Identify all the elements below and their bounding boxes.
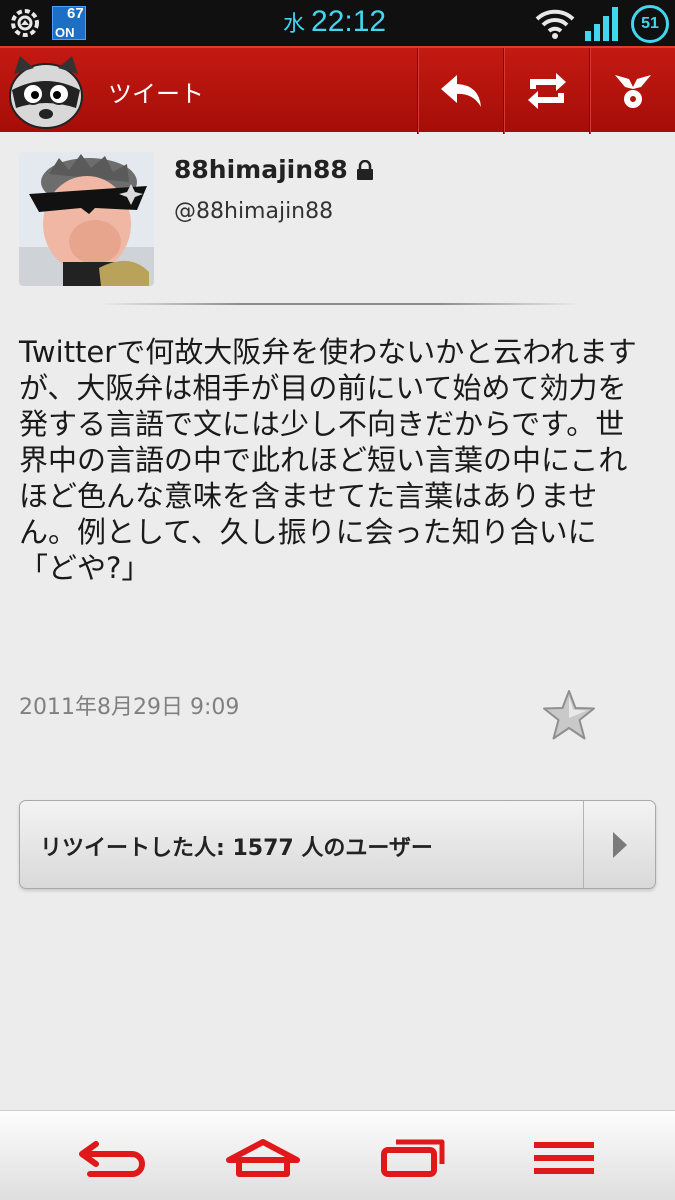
clock: 水 22:12 <box>283 5 386 39</box>
page-title: ツイート <box>108 80 204 108</box>
temperature-value: 67 <box>67 5 84 22</box>
temperature-on-label: ON <box>55 25 75 40</box>
menu-button[interactable] <box>519 1133 609 1183</box>
status-bar: 67 ON 水 22:12 51 <box>0 0 675 46</box>
clock-day: 水 <box>283 11 306 36</box>
reply-button[interactable] <box>417 48 503 134</box>
user-handle[interactable]: @88himajin88 <box>174 199 333 224</box>
chevron-right-icon <box>613 832 627 858</box>
retweeters-button[interactable]: リツイートした人: 1577 人のユーザー <box>19 800 656 889</box>
avatar[interactable] <box>19 152 154 286</box>
navigation-bar <box>0 1110 675 1200</box>
menu-icon <box>534 1142 594 1174</box>
user-avatar-image <box>19 152 154 286</box>
home-icon <box>226 1139 300 1177</box>
back-icon <box>79 1141 145 1177</box>
divider <box>100 303 580 305</box>
back-button[interactable] <box>66 1133 156 1183</box>
battery-icon: 51 <box>631 5 669 43</box>
retweet-button[interactable] <box>503 48 589 134</box>
retweet-icon <box>527 73 566 109</box>
favorite-star-icon[interactable] <box>541 688 597 742</box>
home-button[interactable] <box>218 1133 308 1183</box>
retweeters-label: リツイートした人: 1577 人のユーザー <box>40 836 433 861</box>
sync-gear-icon <box>11 9 39 37</box>
app-bar: ツイート <box>0 46 675 134</box>
recent-apps-icon <box>381 1139 445 1177</box>
temperature-badge: 67 ON <box>52 5 86 40</box>
user-display-name[interactable]: 88himajin88 <box>174 155 374 184</box>
recent-apps-button[interactable] <box>368 1133 458 1183</box>
clock-time: 22:12 <box>311 5 387 38</box>
more-actions-button[interactable] <box>589 48 675 134</box>
raccoon-logo-icon[interactable] <box>6 54 86 130</box>
tweet-timestamp: 2011年8月29日 9:09 <box>19 695 240 720</box>
lock-icon <box>356 159 373 180</box>
tweet-text: Twitterで何故大阪弁を使わないかと云われますが、大阪弁は相手が目の前にいて… <box>19 335 637 585</box>
wifi-icon <box>535 9 575 39</box>
reply-icon <box>440 75 481 107</box>
more-actions-icon <box>614 75 651 108</box>
display-name-text: 88himajin88 <box>174 155 348 184</box>
button-separator <box>583 801 584 888</box>
signal-icon <box>585 7 618 41</box>
